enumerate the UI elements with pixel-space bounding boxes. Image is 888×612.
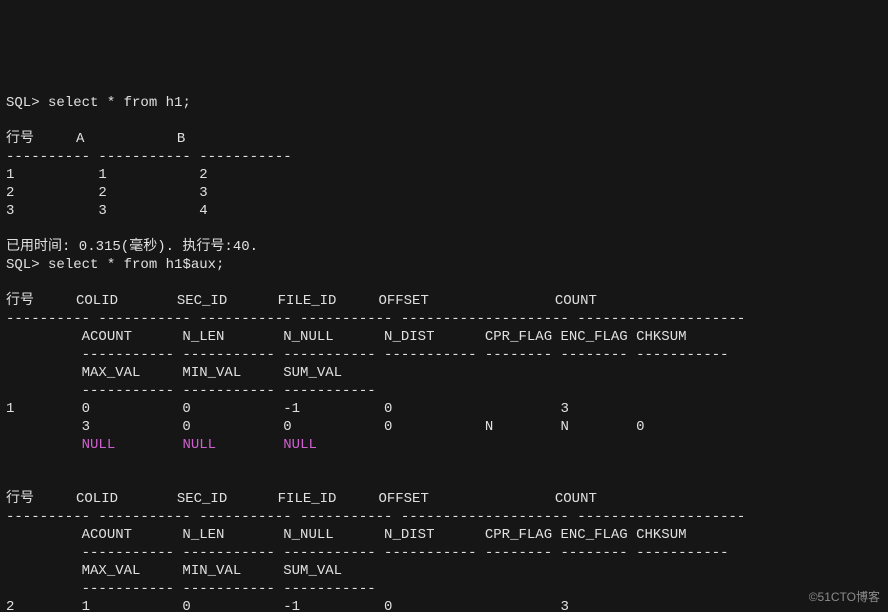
aux-sep-1: ---------- ----------- ----------- -----… xyxy=(6,311,745,327)
aux-row1-line2: 3 0 0 0 N N 0 xyxy=(6,419,645,435)
aux-sep-2: ----------- ----------- ----------- ----… xyxy=(6,545,729,561)
q1-row: 3 3 4 xyxy=(6,203,208,219)
aux-sep-2: ----------- ----------- ----------- ----… xyxy=(6,347,729,363)
sql-prompt: SQL> xyxy=(6,95,48,111)
q1-row: 2 2 3 xyxy=(6,185,208,201)
terminal-output: SQL> select * from h1; 行号 A B ----------… xyxy=(6,76,882,612)
aux-header-1: 行号 COLID SEC_ID FILE_ID OFFSET COUNT xyxy=(6,491,597,507)
aux-header-1: 行号 COLID SEC_ID FILE_ID OFFSET COUNT xyxy=(6,293,597,309)
q1-separator: ---------- ----------- ----------- xyxy=(6,149,292,165)
q1-header: 行号 A B xyxy=(6,131,185,147)
aux-header-2: ACOUNT N_LEN N_NULL N_DIST CPR_FLAG ENC_… xyxy=(6,527,687,543)
aux-sep-1: ---------- ----------- ----------- -----… xyxy=(6,509,745,525)
aux-header-3: MAX_VAL MIN_VAL SUM_VAL xyxy=(6,563,342,579)
q1-row: 1 1 2 xyxy=(6,167,208,183)
aux-sep-3: ----------- ----------- ----------- xyxy=(6,581,376,597)
null-value: NULL xyxy=(182,437,216,453)
null-value: NULL xyxy=(82,437,116,453)
aux-sep-3: ----------- ----------- ----------- xyxy=(6,383,376,399)
aux-row1-line1: 1 0 0 -1 0 3 xyxy=(6,401,569,417)
timing-line: 已用时间: 0.315(毫秒). 执行号:40. xyxy=(6,239,258,255)
aux-header-2: ACOUNT N_LEN N_NULL N_DIST CPR_FLAG ENC_… xyxy=(6,329,687,345)
watermark: ©51CTO博客 xyxy=(809,588,880,606)
aux-row2-line1: 2 1 0 -1 0 3 xyxy=(6,599,569,612)
sql-prompt: SQL> xyxy=(6,257,48,273)
null-value: NULL xyxy=(283,437,317,453)
aux-row1-nulls: NULL NULL NULL xyxy=(6,437,317,453)
aux-header-3: MAX_VAL MIN_VAL SUM_VAL xyxy=(6,365,342,381)
sql-query-2: select * from h1$aux; xyxy=(48,257,224,273)
sql-query-1: select * from h1; xyxy=(48,95,191,111)
